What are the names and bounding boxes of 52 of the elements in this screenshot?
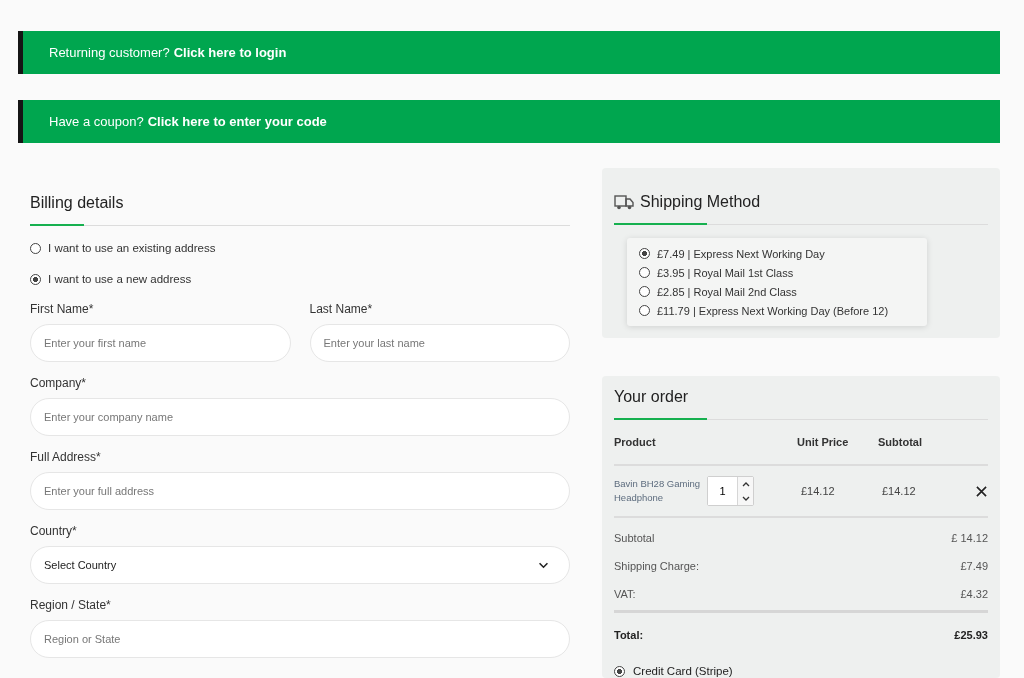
radio-button[interactable]	[639, 267, 650, 278]
radio-label[interactable]: I want to use an existing address	[48, 242, 216, 254]
quantity-field[interactable]: 1	[708, 477, 738, 505]
product-name[interactable]: Bavin BH28 Gaming Headphone	[614, 477, 707, 505]
table-cell-text: £14.12	[800, 485, 836, 497]
total-value: £25.93	[954, 629, 988, 641]
summary-value: £7.49	[960, 560, 988, 572]
text-field[interactable]: Enter your first name	[30, 324, 291, 362]
radio-label[interactable]: £7.49 | Express Next Working Day	[657, 247, 825, 260]
section-title: Your order	[614, 387, 690, 407]
text-field[interactable]: Enter your company name	[30, 398, 570, 436]
close-icon[interactable]	[976, 485, 987, 497]
field-label: Country*	[30, 523, 78, 539]
radio-label[interactable]: Credit Card (Stripe)	[633, 665, 733, 677]
section-title: Shipping Method	[640, 192, 761, 212]
field-label: Company*	[30, 375, 88, 391]
summary-value: £4.32	[960, 588, 988, 600]
summary-value: £ 14.12	[951, 532, 988, 544]
column-header: Product	[614, 436, 657, 448]
radio-label[interactable]: £2.85 | Royal Mail 2nd Class	[657, 285, 797, 298]
table-cell-text: £14.12	[881, 485, 917, 497]
text-field[interactable]: Enter your last name	[309, 324, 570, 362]
radio-label[interactable]: £3.95 | Royal Mail 1st Class	[657, 266, 794, 279]
radio-button[interactable]	[639, 248, 650, 259]
field-label: Last Name*	[309, 301, 374, 317]
radio-label[interactable]: £11.79 | Express Next Working Day (Before 12)	[657, 304, 889, 317]
total-label: Total:	[614, 629, 644, 641]
truck-icon	[614, 194, 634, 210]
radio-button[interactable]	[30, 273, 41, 285]
column-header: Unit Price	[797, 436, 850, 448]
radio-button[interactable]	[30, 242, 41, 254]
summary-label: VAT:	[614, 588, 636, 600]
radio-button[interactable]	[614, 665, 625, 677]
chevron-down-icon[interactable]	[741, 495, 750, 501]
section-title: Billing details	[30, 193, 125, 213]
quantity-stepper[interactable]: 1	[707, 476, 754, 506]
text-field[interactable]: Region or State	[30, 620, 570, 658]
radio-button[interactable]	[639, 305, 650, 316]
text-field[interactable]: Enter your full address	[30, 472, 570, 510]
radio-label[interactable]: I want to use a new address	[48, 273, 192, 285]
chevron-up-icon[interactable]	[741, 481, 750, 487]
dropdown[interactable]: Select Country	[30, 546, 570, 584]
column-header: Subtotal	[878, 436, 923, 448]
field-label: First Name*	[30, 301, 95, 317]
field-label: Full Address*	[30, 449, 102, 465]
chevron-down-icon	[538, 561, 549, 569]
radio-button[interactable]	[639, 286, 650, 297]
notice-text: Returning customer?	[49, 45, 170, 60]
field-label: Region / State*	[30, 597, 112, 613]
summary-label: Shipping Charge:	[614, 560, 699, 572]
notice-text: Have a coupon?	[49, 114, 144, 129]
summary-label: Subtotal	[614, 532, 655, 544]
